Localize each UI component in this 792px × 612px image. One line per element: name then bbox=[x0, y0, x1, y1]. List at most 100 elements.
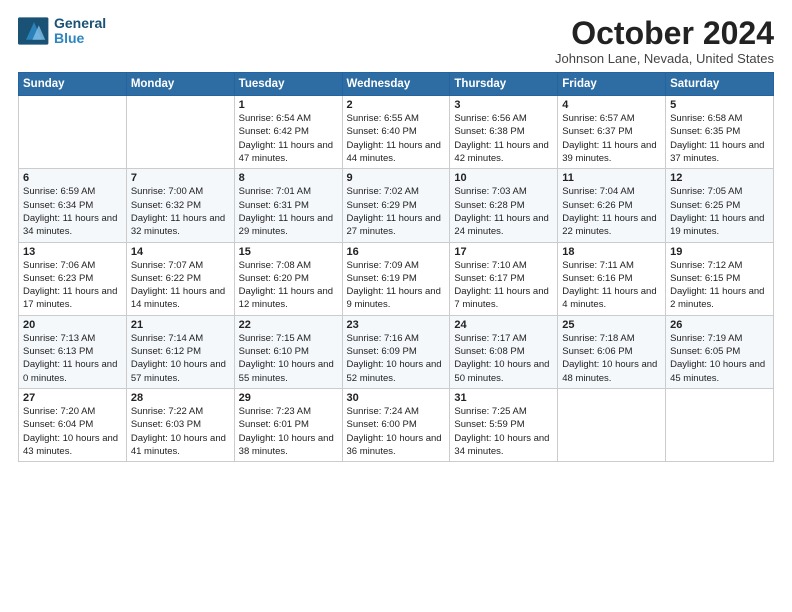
day-number: 26 bbox=[670, 319, 769, 331]
weekday-header-monday: Monday bbox=[126, 73, 234, 96]
calendar-cell: 27Sunrise: 7:20 AM Sunset: 6:04 PM Dayli… bbox=[19, 388, 127, 461]
weekday-header-tuesday: Tuesday bbox=[234, 73, 342, 96]
cell-content: Sunrise: 7:17 AM Sunset: 6:08 PM Dayligh… bbox=[454, 332, 553, 385]
calendar-cell: 24Sunrise: 7:17 AM Sunset: 6:08 PM Dayli… bbox=[450, 315, 558, 388]
calendar-cell bbox=[19, 96, 127, 169]
calendar-cell: 13Sunrise: 7:06 AM Sunset: 6:23 PM Dayli… bbox=[19, 242, 127, 315]
month-title: October 2024 bbox=[555, 16, 774, 51]
calendar-cell bbox=[666, 388, 774, 461]
calendar-cell: 12Sunrise: 7:05 AM Sunset: 6:25 PM Dayli… bbox=[666, 169, 774, 242]
logo: General Blue bbox=[18, 16, 106, 47]
calendar-week-1: 6Sunrise: 6:59 AM Sunset: 6:34 PM Daylig… bbox=[19, 169, 774, 242]
cell-content: Sunrise: 7:10 AM Sunset: 6:17 PM Dayligh… bbox=[454, 259, 553, 312]
calendar-cell: 9Sunrise: 7:02 AM Sunset: 6:29 PM Daylig… bbox=[342, 169, 450, 242]
day-number: 31 bbox=[454, 392, 553, 404]
cell-content: Sunrise: 6:55 AM Sunset: 6:40 PM Dayligh… bbox=[347, 112, 446, 165]
day-number: 29 bbox=[239, 392, 338, 404]
cell-content: Sunrise: 7:23 AM Sunset: 6:01 PM Dayligh… bbox=[239, 405, 338, 458]
cell-content: Sunrise: 7:15 AM Sunset: 6:10 PM Dayligh… bbox=[239, 332, 338, 385]
day-number: 20 bbox=[23, 319, 122, 331]
day-number: 14 bbox=[131, 246, 230, 258]
cell-content: Sunrise: 7:08 AM Sunset: 6:20 PM Dayligh… bbox=[239, 259, 338, 312]
cell-content: Sunrise: 7:12 AM Sunset: 6:15 PM Dayligh… bbox=[670, 259, 769, 312]
day-number: 21 bbox=[131, 319, 230, 331]
day-number: 15 bbox=[239, 246, 338, 258]
calendar-cell: 7Sunrise: 7:00 AM Sunset: 6:32 PM Daylig… bbox=[126, 169, 234, 242]
cell-content: Sunrise: 6:54 AM Sunset: 6:42 PM Dayligh… bbox=[239, 112, 338, 165]
logo-general: General bbox=[54, 16, 106, 31]
cell-content: Sunrise: 7:11 AM Sunset: 6:16 PM Dayligh… bbox=[562, 259, 661, 312]
calendar-cell: 17Sunrise: 7:10 AM Sunset: 6:17 PM Dayli… bbox=[450, 242, 558, 315]
day-number: 8 bbox=[239, 172, 338, 184]
calendar-week-2: 13Sunrise: 7:06 AM Sunset: 6:23 PM Dayli… bbox=[19, 242, 774, 315]
day-number: 22 bbox=[239, 319, 338, 331]
calendar-cell: 23Sunrise: 7:16 AM Sunset: 6:09 PM Dayli… bbox=[342, 315, 450, 388]
day-number: 3 bbox=[454, 99, 553, 111]
day-number: 30 bbox=[347, 392, 446, 404]
day-number: 23 bbox=[347, 319, 446, 331]
cell-content: Sunrise: 7:25 AM Sunset: 5:59 PM Dayligh… bbox=[454, 405, 553, 458]
day-number: 2 bbox=[347, 99, 446, 111]
logo-icon bbox=[18, 17, 50, 45]
cell-content: Sunrise: 7:24 AM Sunset: 6:00 PM Dayligh… bbox=[347, 405, 446, 458]
weekday-header-thursday: Thursday bbox=[450, 73, 558, 96]
calendar-cell: 1Sunrise: 6:54 AM Sunset: 6:42 PM Daylig… bbox=[234, 96, 342, 169]
calendar-cell bbox=[558, 388, 666, 461]
logo-blue: Blue bbox=[54, 31, 106, 46]
calendar-cell: 8Sunrise: 7:01 AM Sunset: 6:31 PM Daylig… bbox=[234, 169, 342, 242]
header: General Blue October 2024 Johnson Lane, … bbox=[18, 16, 774, 66]
cell-content: Sunrise: 7:14 AM Sunset: 6:12 PM Dayligh… bbox=[131, 332, 230, 385]
calendar-cell: 16Sunrise: 7:09 AM Sunset: 6:19 PM Dayli… bbox=[342, 242, 450, 315]
calendar-cell: 14Sunrise: 7:07 AM Sunset: 6:22 PM Dayli… bbox=[126, 242, 234, 315]
calendar-cell: 30Sunrise: 7:24 AM Sunset: 6:00 PM Dayli… bbox=[342, 388, 450, 461]
calendar-cell: 21Sunrise: 7:14 AM Sunset: 6:12 PM Dayli… bbox=[126, 315, 234, 388]
calendar-cell: 6Sunrise: 6:59 AM Sunset: 6:34 PM Daylig… bbox=[19, 169, 127, 242]
cell-content: Sunrise: 7:05 AM Sunset: 6:25 PM Dayligh… bbox=[670, 185, 769, 238]
cell-content: Sunrise: 7:13 AM Sunset: 6:13 PM Dayligh… bbox=[23, 332, 122, 385]
cell-content: Sunrise: 7:01 AM Sunset: 6:31 PM Dayligh… bbox=[239, 185, 338, 238]
day-number: 18 bbox=[562, 246, 661, 258]
calendar-cell: 25Sunrise: 7:18 AM Sunset: 6:06 PM Dayli… bbox=[558, 315, 666, 388]
day-number: 11 bbox=[562, 172, 661, 184]
calendar-header-row: SundayMondayTuesdayWednesdayThursdayFrid… bbox=[19, 73, 774, 96]
calendar-table: SundayMondayTuesdayWednesdayThursdayFrid… bbox=[18, 72, 774, 462]
weekday-header-wednesday: Wednesday bbox=[342, 73, 450, 96]
calendar-cell: 5Sunrise: 6:58 AM Sunset: 6:35 PM Daylig… bbox=[666, 96, 774, 169]
cell-content: Sunrise: 6:59 AM Sunset: 6:34 PM Dayligh… bbox=[23, 185, 122, 238]
calendar-cell bbox=[126, 96, 234, 169]
cell-content: Sunrise: 7:09 AM Sunset: 6:19 PM Dayligh… bbox=[347, 259, 446, 312]
calendar-cell: 3Sunrise: 6:56 AM Sunset: 6:38 PM Daylig… bbox=[450, 96, 558, 169]
day-number: 1 bbox=[239, 99, 338, 111]
calendar-cell: 31Sunrise: 7:25 AM Sunset: 5:59 PM Dayli… bbox=[450, 388, 558, 461]
calendar-week-0: 1Sunrise: 6:54 AM Sunset: 6:42 PM Daylig… bbox=[19, 96, 774, 169]
cell-content: Sunrise: 7:00 AM Sunset: 6:32 PM Dayligh… bbox=[131, 185, 230, 238]
location-text: Johnson Lane, Nevada, United States bbox=[555, 51, 774, 66]
calendar-cell: 11Sunrise: 7:04 AM Sunset: 6:26 PM Dayli… bbox=[558, 169, 666, 242]
cell-content: Sunrise: 7:20 AM Sunset: 6:04 PM Dayligh… bbox=[23, 405, 122, 458]
day-number: 12 bbox=[670, 172, 769, 184]
calendar-cell: 20Sunrise: 7:13 AM Sunset: 6:13 PM Dayli… bbox=[19, 315, 127, 388]
day-number: 16 bbox=[347, 246, 446, 258]
weekday-header-friday: Friday bbox=[558, 73, 666, 96]
cell-content: Sunrise: 6:56 AM Sunset: 6:38 PM Dayligh… bbox=[454, 112, 553, 165]
calendar-cell: 2Sunrise: 6:55 AM Sunset: 6:40 PM Daylig… bbox=[342, 96, 450, 169]
day-number: 13 bbox=[23, 246, 122, 258]
day-number: 27 bbox=[23, 392, 122, 404]
calendar-cell: 22Sunrise: 7:15 AM Sunset: 6:10 PM Dayli… bbox=[234, 315, 342, 388]
cell-content: Sunrise: 7:18 AM Sunset: 6:06 PM Dayligh… bbox=[562, 332, 661, 385]
calendar-cell: 28Sunrise: 7:22 AM Sunset: 6:03 PM Dayli… bbox=[126, 388, 234, 461]
day-number: 6 bbox=[23, 172, 122, 184]
logo-text-block: General Blue bbox=[54, 16, 106, 47]
weekday-header-saturday: Saturday bbox=[666, 73, 774, 96]
day-number: 17 bbox=[454, 246, 553, 258]
weekday-header-sunday: Sunday bbox=[19, 73, 127, 96]
day-number: 24 bbox=[454, 319, 553, 331]
page-container: General Blue October 2024 Johnson Lane, … bbox=[0, 0, 792, 472]
day-number: 9 bbox=[347, 172, 446, 184]
calendar-cell: 4Sunrise: 6:57 AM Sunset: 6:37 PM Daylig… bbox=[558, 96, 666, 169]
calendar-week-3: 20Sunrise: 7:13 AM Sunset: 6:13 PM Dayli… bbox=[19, 315, 774, 388]
calendar-cell: 18Sunrise: 7:11 AM Sunset: 6:16 PM Dayli… bbox=[558, 242, 666, 315]
cell-content: Sunrise: 6:58 AM Sunset: 6:35 PM Dayligh… bbox=[670, 112, 769, 165]
calendar-cell: 26Sunrise: 7:19 AM Sunset: 6:05 PM Dayli… bbox=[666, 315, 774, 388]
day-number: 19 bbox=[670, 246, 769, 258]
